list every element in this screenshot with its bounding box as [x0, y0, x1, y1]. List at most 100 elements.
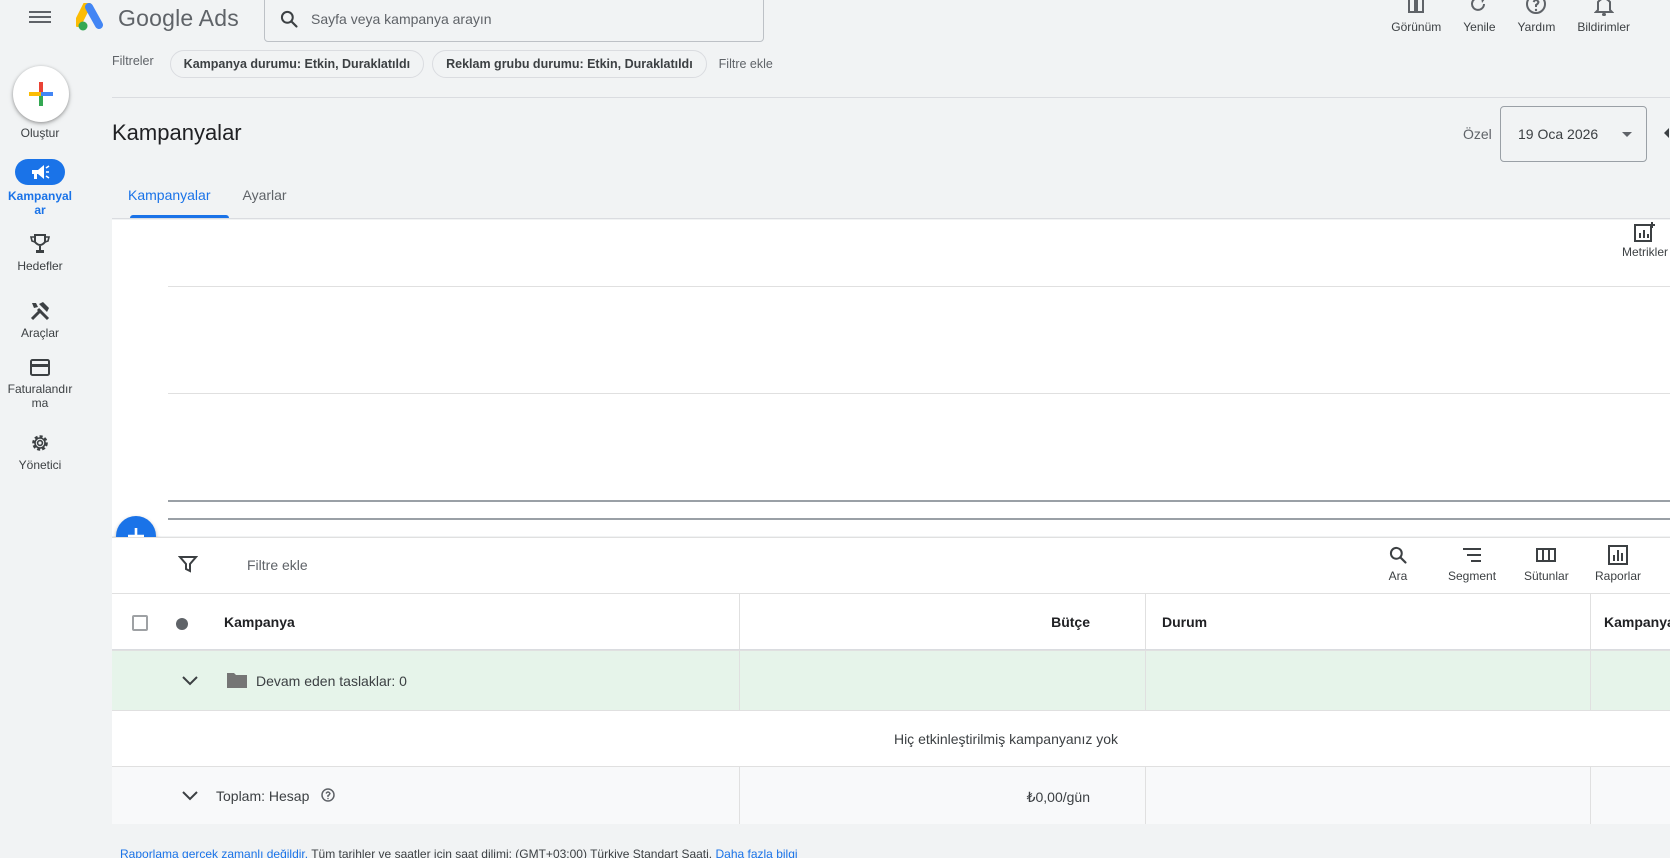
campaigns-table: Kampanya Bütçe Durum Kampanya Devam eden…	[112, 593, 1670, 824]
gear-icon	[32, 435, 48, 451]
help-icon	[1526, 0, 1547, 14]
total-row: Toplam: Hesap ₺0,00/gün	[112, 766, 1670, 824]
help-icon[interactable]	[320, 787, 336, 803]
nav-item-billing[interactable]: Faturalandırma	[0, 358, 80, 410]
google-ads-logo[interactable]: Google Ads	[76, 2, 239, 34]
learn-more-link[interactable]: Daha fazla bilgi	[715, 847, 797, 858]
search-input[interactable]	[311, 11, 731, 27]
column-divider	[1590, 651, 1591, 710]
segment-label: Segment	[1448, 569, 1497, 583]
reports-label: Raporlar	[1595, 569, 1642, 583]
filters-label: Filtreler	[112, 54, 154, 68]
column-divider	[1145, 651, 1146, 710]
refresh-button[interactable]: Yenile	[1463, 0, 1496, 34]
chart-axis-line	[168, 518, 1670, 520]
segment-icon	[1463, 548, 1482, 562]
refresh-label: Yenile	[1463, 20, 1496, 34]
column-divider	[739, 651, 740, 710]
metrics-button[interactable]: Metrikler	[1622, 222, 1668, 259]
megaphone-icon	[32, 165, 50, 179]
search-icon	[1389, 546, 1407, 564]
filter-chip-campaign-status[interactable]: Kampanya durumu: Etkin, Duraklatıldı	[169, 50, 425, 78]
reports-icon	[1608, 545, 1629, 565]
campaigns-pill	[15, 159, 65, 185]
notifications-button[interactable]: Bildirimler	[1577, 0, 1630, 34]
column-header-campaign[interactable]: Kampanya	[224, 614, 295, 630]
top-bar: Google Ads Görünüm Yenile Yardım Bildiri…	[0, 0, 1670, 46]
trophy-icon	[29, 234, 51, 253]
divider	[112, 97, 1670, 98]
columns-icon	[1536, 548, 1557, 562]
metrics-label: Metrikler	[1622, 245, 1669, 259]
table-search-label: Ara	[1388, 569, 1408, 583]
notifications-label: Bildirimler	[1577, 20, 1630, 34]
table-search-button[interactable]: Ara	[1388, 545, 1408, 583]
table-header-row: Kampanya Bütçe Durum Kampanya	[112, 593, 1670, 650]
date-range-value: 19 Oca 2026	[1518, 126, 1599, 142]
plus-icon	[29, 82, 53, 106]
total-budget-value: ₺0,00/gün	[1026, 789, 1090, 805]
add-filter-input[interactable]: Filtre ekle	[247, 557, 308, 573]
page-title: Kampanyalar	[112, 120, 242, 145]
status-column-icon	[176, 618, 188, 630]
appearance-button[interactable]: Görünüm	[1391, 0, 1441, 34]
tab-settings[interactable]: Ayarlar	[227, 176, 303, 218]
folder-icon	[227, 673, 247, 688]
column-divider	[1145, 594, 1146, 649]
table-toolbar	[112, 537, 1670, 593]
footer-note: Raporlama gerçek zamanlı değildir. Tüm t…	[120, 847, 798, 858]
search-box[interactable]	[264, 0, 764, 42]
column-header-campaign-type[interactable]: Kampanya	[1604, 614, 1670, 630]
app-name: Google Ads	[118, 4, 239, 31]
nav-item-campaigns[interactable]: Kampanyalar	[0, 159, 80, 217]
reports-button[interactable]: Raporlar	[1595, 545, 1641, 583]
drafts-row[interactable]: Devam eden taslaklar: 0	[112, 650, 1670, 710]
add-filter-link[interactable]: Filtre ekle	[714, 50, 777, 78]
chevron-down-icon	[1622, 132, 1632, 137]
nav-label-admin: Yönetici	[18, 458, 62, 472]
timezone-text: Tüm tarihler ve saatler için saat dilimi…	[308, 847, 716, 858]
date-range-picker[interactable]: 19 Oca 2026	[1500, 106, 1647, 162]
divider	[112, 218, 1670, 219]
help-button[interactable]: Yardım	[1517, 0, 1556, 34]
nav-label-campaigns: Kampanyalar	[7, 189, 73, 217]
appearance-icon	[1408, 0, 1425, 13]
filter-chip-adgroup-status[interactable]: Reklam grubu durumu: Etkin, Duraklatıldı	[432, 50, 707, 78]
tab-campaigns[interactable]: Kampanyalar	[112, 176, 228, 218]
create-label: Oluştur	[20, 126, 60, 140]
top-actions: Görünüm Yenile Yardım Bildirimler	[1369, 0, 1630, 34]
columns-button[interactable]: Sütunlar	[1524, 545, 1569, 583]
column-divider	[1590, 594, 1591, 649]
chart-gridline	[168, 286, 1670, 287]
column-header-budget[interactable]: Bütçe	[740, 614, 1090, 630]
empty-state-message: Hiç etkinleştirilmiş kampanyanız yok	[893, 731, 1119, 747]
credit-card-icon	[30, 359, 50, 376]
columns-label: Sütunlar	[1524, 569, 1569, 583]
tab-bar: Kampanyalar Ayarlar	[112, 176, 303, 218]
chart-gridline	[168, 393, 1670, 394]
segment-button[interactable]: Segment	[1448, 545, 1496, 583]
chevron-left-icon[interactable]	[1664, 128, 1669, 138]
chevron-down-icon[interactable]	[180, 671, 200, 691]
nav-label-tools: Araçlar	[20, 326, 59, 340]
google-ads-logo-icon	[76, 3, 103, 31]
filter-bar: Filtreler Kampanya durumu: Etkin, Durakl…	[112, 50, 785, 78]
filter-icon[interactable]	[178, 554, 198, 574]
add-chart-icon	[1634, 222, 1655, 242]
chevron-down-icon[interactable]	[180, 786, 200, 806]
column-header-status[interactable]: Durum	[1162, 614, 1207, 630]
select-all-checkbox[interactable]	[132, 615, 148, 631]
create-button[interactable]	[13, 66, 69, 122]
column-divider	[1590, 767, 1591, 824]
column-divider	[1145, 767, 1146, 824]
realtime-reporting-link[interactable]: Raporlama gerçek zamanlı değildir.	[120, 847, 308, 858]
nav-item-tools[interactable]: Araçlar	[0, 300, 80, 340]
help-label: Yardım	[1517, 20, 1556, 34]
nav-item-admin[interactable]: Yönetici	[0, 432, 80, 472]
total-label: Toplam: Hesap	[216, 788, 310, 804]
nav-label-goals: Hedefler	[17, 259, 63, 273]
main-menu-icon[interactable]	[28, 8, 52, 28]
nav-item-goals[interactable]: Hedefler	[0, 233, 80, 273]
refresh-icon	[1471, 0, 1486, 11]
drafts-label: Devam eden taslaklar: 0	[256, 673, 407, 689]
